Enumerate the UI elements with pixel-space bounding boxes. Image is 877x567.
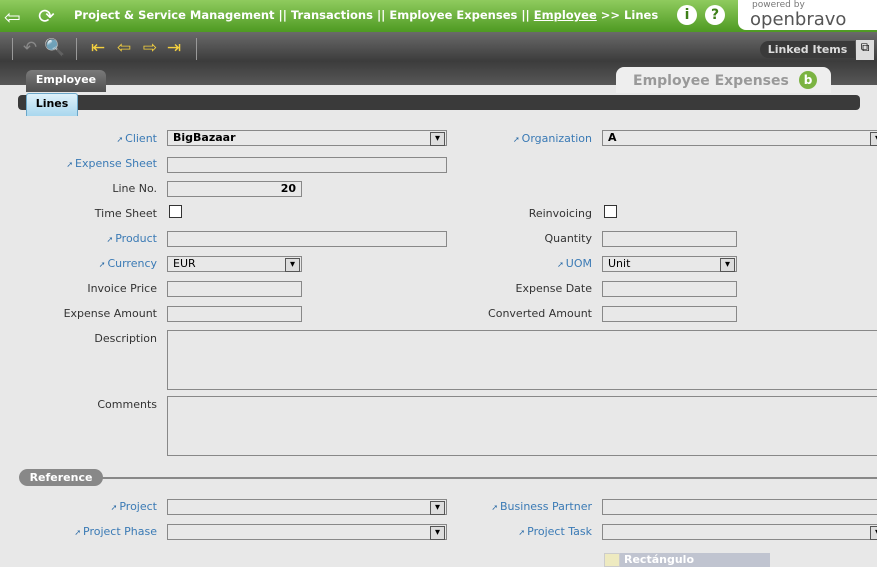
- search-icon[interactable]: 🔍: [44, 38, 65, 58]
- organization-label[interactable]: Organization: [513, 132, 592, 145]
- product-field[interactable]: [167, 231, 447, 247]
- tab-lines[interactable]: Lines: [26, 93, 78, 116]
- project-phase-select[interactable]: [167, 524, 447, 540]
- reference-section-toggle[interactable]: Reference: [19, 469, 103, 486]
- currency-label[interactable]: Currency: [99, 257, 157, 270]
- reinvoicing-checkbox[interactable]: [604, 205, 617, 218]
- description-label: Description: [94, 332, 157, 345]
- expense-amount-field[interactable]: [167, 306, 302, 322]
- divider: [76, 38, 77, 60]
- project-label[interactable]: Project: [111, 500, 157, 513]
- expense-sheet-field[interactable]: [167, 157, 447, 173]
- window-title: Employee Expenses b: [616, 67, 831, 93]
- expense-sheet-label[interactable]: Expense Sheet: [66, 157, 157, 170]
- quantity-field[interactable]: [602, 231, 737, 247]
- comments-textarea[interactable]: [167, 396, 877, 456]
- tab-employee[interactable]: Employee: [26, 70, 106, 92]
- breadcrumb-path: Project & Service Management || Transact…: [74, 8, 534, 22]
- divider: [12, 38, 13, 60]
- currency-select[interactable]: EUR: [167, 256, 302, 272]
- time-sheet-label: Time Sheet: [94, 207, 157, 220]
- comments-label: Comments: [97, 398, 157, 411]
- project-task-select[interactable]: [602, 524, 877, 540]
- openbravo-icon: b: [799, 71, 817, 89]
- reinvoicing-label: Reinvoicing: [528, 207, 592, 220]
- currency-value: EUR: [173, 257, 196, 270]
- description-textarea[interactable]: [167, 330, 877, 390]
- time-sheet-checkbox[interactable]: [169, 205, 182, 218]
- uom-select[interactable]: Unit: [602, 256, 737, 272]
- linked-items-button[interactable]: Linked Items: [760, 41, 855, 58]
- uom-value: Unit: [608, 257, 631, 270]
- clipped-element: Rectángulo: [604, 553, 770, 567]
- divider: [100, 477, 877, 479]
- expense-amount-label: Expense Amount: [63, 307, 157, 320]
- client-select[interactable]: BigBazaar: [167, 130, 447, 146]
- expense-date-label: Expense Date: [515, 282, 592, 295]
- project-select[interactable]: [167, 499, 447, 515]
- logo-text: openbravo: [750, 9, 847, 30]
- first-record-icon[interactable]: ⇤: [88, 38, 108, 58]
- refresh-icon[interactable]: ⟳: [38, 4, 55, 28]
- business-partner-label[interactable]: Business Partner: [491, 500, 592, 513]
- openbravo-logo[interactable]: powered by openbravo: [738, 0, 877, 30]
- converted-amount-field[interactable]: [602, 306, 737, 322]
- help-icon[interactable]: ?: [705, 5, 725, 25]
- project-task-label[interactable]: Project Task: [518, 525, 592, 538]
- business-partner-field[interactable]: [602, 499, 877, 515]
- linked-items-icon[interactable]: ⧉: [856, 40, 874, 60]
- breadcrumb: Project & Service Management || Transact…: [74, 8, 658, 22]
- info-icon[interactable]: i: [677, 5, 697, 25]
- invoice-price-label: Invoice Price: [87, 282, 157, 295]
- organization-value: A: [608, 131, 617, 144]
- quantity-label: Quantity: [544, 232, 592, 245]
- breadcrumb-current: >> Lines: [596, 8, 659, 22]
- project-phase-label[interactable]: Project Phase: [74, 525, 157, 538]
- undo-icon[interactable]: ↶: [20, 38, 40, 58]
- next-record-icon[interactable]: ⇨: [140, 38, 160, 58]
- window-title-text: Employee Expenses: [633, 73, 789, 89]
- client-value: BigBazaar: [173, 131, 236, 144]
- divider: [196, 38, 197, 60]
- tab-bar: [18, 95, 860, 110]
- converted-amount-label: Converted Amount: [488, 307, 592, 320]
- product-label[interactable]: Product: [107, 232, 157, 245]
- line-no-label: Line No.: [112, 182, 157, 195]
- uom-label[interactable]: UOM: [557, 257, 592, 270]
- back-arrow-icon[interactable]: ⇦: [4, 5, 21, 29]
- expense-date-field[interactable]: [602, 281, 737, 297]
- breadcrumb-employee-link[interactable]: Employee: [534, 8, 597, 22]
- last-record-icon[interactable]: ⇥: [164, 38, 184, 58]
- organization-select[interactable]: A: [602, 130, 877, 146]
- previous-record-icon[interactable]: ⇦: [114, 38, 134, 58]
- client-label[interactable]: Client: [116, 132, 157, 145]
- line-no-field[interactable]: 20: [167, 181, 302, 197]
- invoice-price-field[interactable]: [167, 281, 302, 297]
- clipped-label: Rectángulo: [624, 553, 694, 566]
